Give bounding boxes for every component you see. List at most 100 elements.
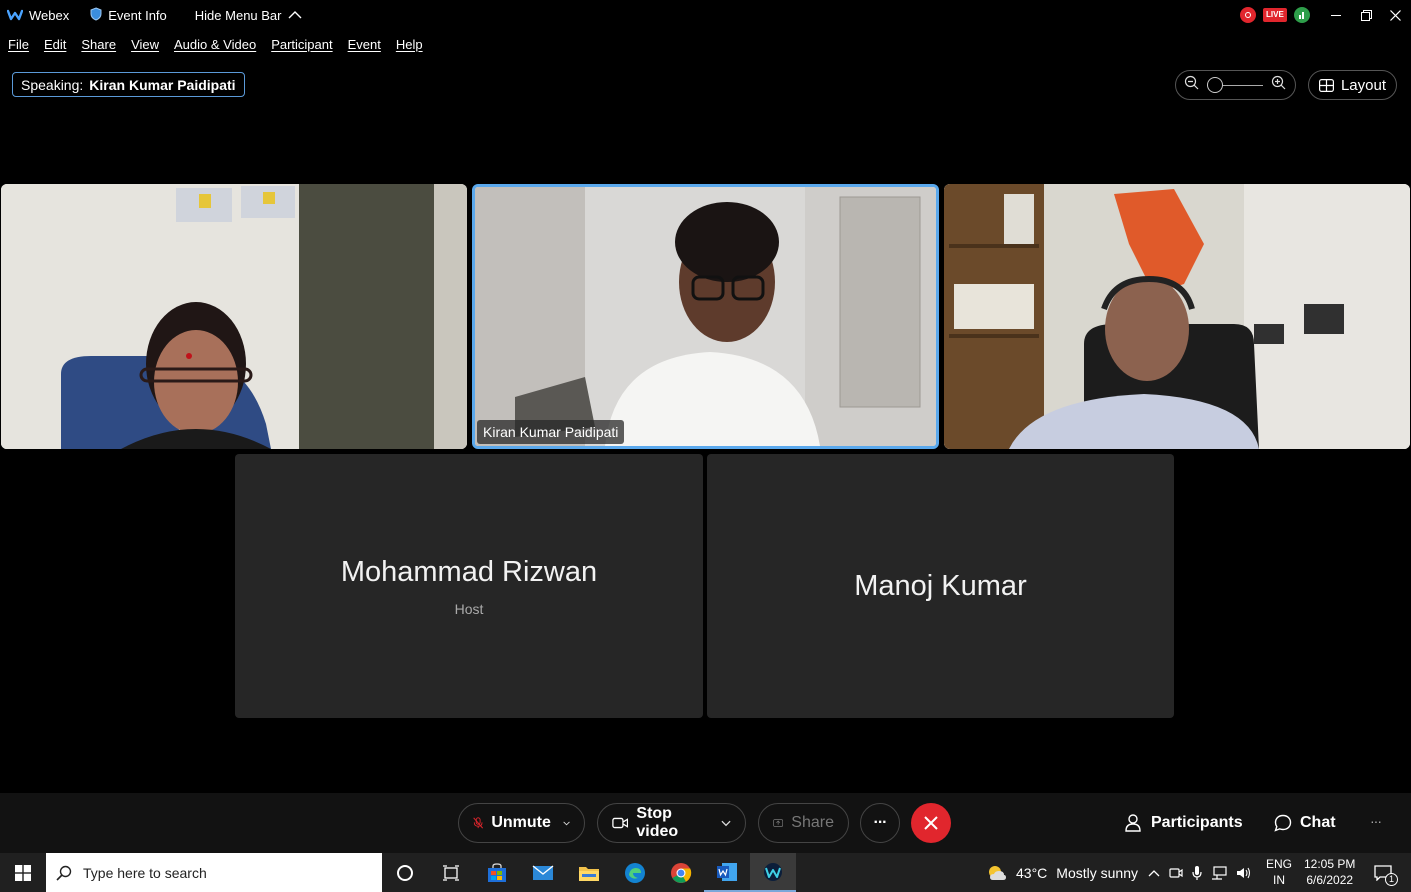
person-icon xyxy=(1125,814,1141,832)
windows-taskbar: Type here to search 43°C Mostly sunny EN… xyxy=(0,853,1411,892)
menu-audio-video[interactable]: Audio & Video xyxy=(174,37,256,52)
title-bar: Webex Event Info Hide Menu Bar LIVE xyxy=(0,0,1411,30)
grid-layout-icon xyxy=(1318,78,1334,92)
unmute-button[interactable]: Unmute xyxy=(458,803,585,843)
video-tile[interactable] xyxy=(1,184,467,449)
weather-temp: 43°C xyxy=(1016,864,1048,881)
start-button[interactable] xyxy=(0,853,46,892)
cortana-icon xyxy=(397,864,413,881)
microphone-icon[interactable] xyxy=(1192,865,1202,881)
close-window-button[interactable] xyxy=(1387,0,1403,30)
participant-tile[interactable]: Manoj Kumar xyxy=(707,454,1174,718)
speaker-icon[interactable] xyxy=(1236,866,1252,880)
app-name: Webex xyxy=(29,7,70,23)
menu-edit[interactable]: Edit xyxy=(44,37,66,52)
restore-button[interactable] xyxy=(1358,0,1374,30)
task-view-icon xyxy=(443,864,459,881)
speaking-name: Kiran Kumar Paidipati xyxy=(89,76,236,93)
stop-video-button[interactable]: Stop video xyxy=(597,803,746,843)
live-badge: LIVE xyxy=(1263,8,1287,22)
notification-center-button[interactable]: 1 xyxy=(1368,853,1398,892)
menu-participant[interactable]: Participant xyxy=(271,37,332,52)
taskbar-file-explorer[interactable] xyxy=(566,853,612,892)
menu-event[interactable]: Event xyxy=(348,37,381,52)
share-button[interactable]: Share xyxy=(758,803,849,843)
menu-help[interactable]: Help xyxy=(396,37,423,52)
zoom-slider[interactable] xyxy=(1207,77,1263,93)
hide-menu-bar-button[interactable]: Hide Menu Bar xyxy=(195,0,302,30)
language-indicator[interactable]: ENG IN xyxy=(1266,856,1292,888)
chevron-down-icon[interactable] xyxy=(563,820,570,827)
event-info-button[interactable]: Event Info xyxy=(90,0,167,30)
meet-now-icon[interactable] xyxy=(1169,866,1183,880)
taskbar-word[interactable] xyxy=(704,853,750,892)
meeting-controls: Unmute Stop video Share ··· Participants… xyxy=(0,793,1411,853)
video-camera-icon xyxy=(612,817,629,829)
edge-browser-icon xyxy=(625,862,645,883)
zoom-out-icon[interactable] xyxy=(1184,75,1199,95)
participant-name: Manoj Kumar xyxy=(854,569,1027,602)
close-icon xyxy=(924,816,938,830)
speaking-indicator: Speaking: Kiran Kumar Paidipati xyxy=(12,72,245,97)
recording-icon xyxy=(1240,7,1256,23)
partly-sunny-icon xyxy=(989,865,1006,880)
chrome-browser-icon xyxy=(671,862,692,883)
chevron-up-icon xyxy=(288,8,302,23)
taskbar-webex[interactable] xyxy=(750,853,796,892)
clock-date: 6/6/2022 xyxy=(1306,873,1354,887)
muted-microphone-icon xyxy=(473,817,484,829)
weather-widget[interactable]: 43°C Mostly sunny xyxy=(987,853,1138,892)
taskbar-search[interactable]: Type here to search xyxy=(46,853,382,892)
participant-tile[interactable]: Mohammad Rizwan Host xyxy=(235,454,703,718)
stop-video-label: Stop video xyxy=(636,805,679,840)
webex-app-icon xyxy=(764,862,782,881)
layout-button[interactable]: Layout xyxy=(1308,70,1397,100)
menu-share[interactable]: Share xyxy=(81,37,116,52)
mail-icon xyxy=(532,864,554,880)
speaking-label: Speaking: xyxy=(21,76,84,93)
network-stats-icon[interactable] xyxy=(1293,7,1310,23)
taskbar-mail[interactable] xyxy=(520,853,566,892)
restore-icon xyxy=(1360,9,1372,21)
menu-bar: File Edit Share View Audio & Video Parti… xyxy=(0,30,1411,58)
leave-meeting-button[interactable] xyxy=(911,803,951,843)
menu-view[interactable]: View xyxy=(131,37,159,52)
more-options-button[interactable]: ··· xyxy=(860,803,900,843)
panel-overflow-button[interactable]: ··· xyxy=(1370,813,1382,829)
taskbar-edge[interactable] xyxy=(612,853,658,892)
word-icon xyxy=(717,862,737,881)
event-info-label: Event Info xyxy=(108,7,167,23)
taskbar-store[interactable] xyxy=(474,853,520,892)
search-placeholder: Type here to search xyxy=(83,864,207,881)
clock[interactable]: 12:05 PM 6/6/2022 xyxy=(1304,856,1355,888)
chevron-up-icon[interactable] xyxy=(1148,869,1160,877)
shield-icon xyxy=(90,6,102,24)
video-tile[interactable] xyxy=(944,184,1410,449)
chat-bubble-icon xyxy=(1274,814,1292,832)
participants-button[interactable]: Participants xyxy=(1125,803,1243,843)
taskbar-chrome[interactable] xyxy=(658,853,704,892)
participant-name-label: Kiran Kumar Paidipati xyxy=(477,420,625,444)
participant-video xyxy=(475,187,936,446)
chevron-down-icon[interactable] xyxy=(721,820,731,827)
participant-name: Mohammad Rizwan xyxy=(340,555,598,588)
network-icon[interactable] xyxy=(1211,865,1227,880)
participant-video xyxy=(944,184,1410,449)
active-speaker-tile[interactable]: Kiran Kumar Paidipati xyxy=(472,184,939,449)
minimize-button[interactable] xyxy=(1328,0,1344,30)
store-icon xyxy=(488,862,506,882)
notification-count: 1 xyxy=(1385,873,1398,886)
close-icon xyxy=(1389,9,1401,21)
cortana-button[interactable] xyxy=(382,853,428,892)
chat-button[interactable]: Chat xyxy=(1274,803,1336,843)
zoom-slider-thumb[interactable] xyxy=(1207,77,1223,93)
search-icon xyxy=(56,865,72,881)
zoom-in-icon[interactable] xyxy=(1271,75,1286,95)
chat-label: Chat xyxy=(1300,814,1336,831)
menu-file[interactable]: File xyxy=(8,37,29,52)
region-code: IN xyxy=(1273,873,1285,887)
webex-app[interactable]: Webex xyxy=(6,0,70,30)
unmute-label: Unmute xyxy=(491,814,551,831)
hide-menu-label: Hide Menu Bar xyxy=(194,7,282,23)
task-view-button[interactable] xyxy=(428,853,474,892)
